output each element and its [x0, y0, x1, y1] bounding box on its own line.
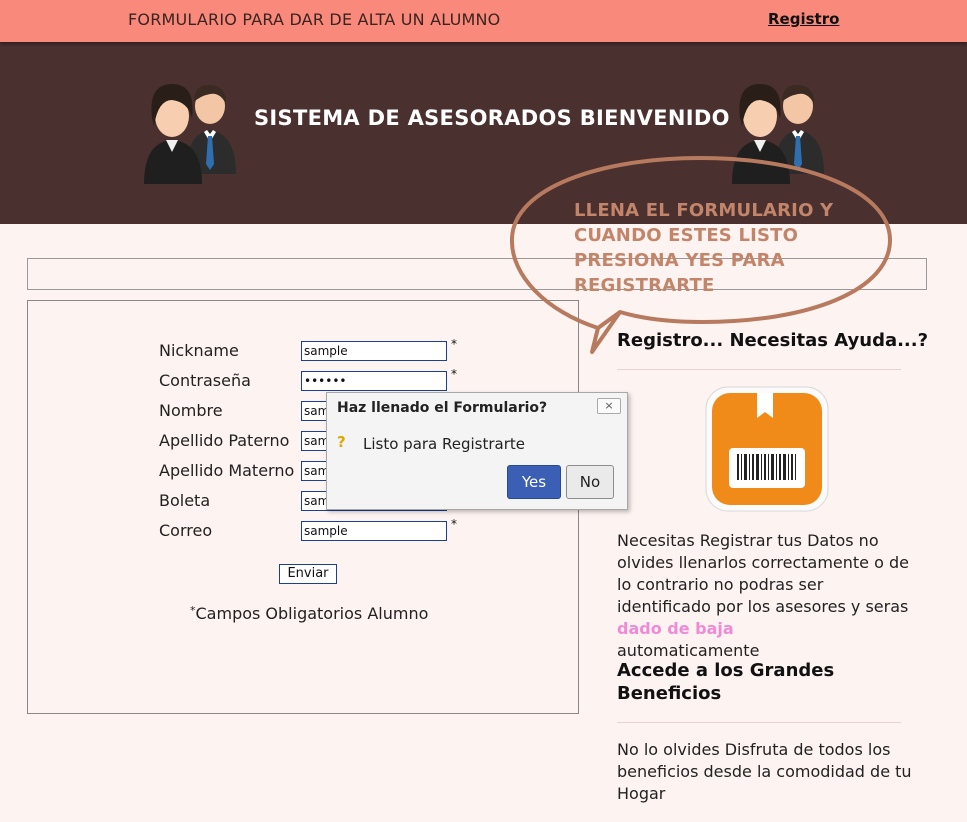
close-icon[interactable]: × — [597, 398, 621, 414]
dialog-message: Listo para Registrarte — [363, 435, 526, 453]
dialog-title: Haz llenado el Formulario? — [337, 400, 548, 416]
confirm-dialog: Haz llenado el Formulario? × ? Listo par… — [326, 392, 628, 510]
yes-button[interactable]: Yes — [507, 465, 561, 499]
question-icon: ? — [337, 433, 346, 451]
no-button[interactable]: No — [566, 465, 614, 499]
bubble-message: LLENA EL FORMULARIO Y CUANDO ESTES LISTO… — [574, 200, 834, 296]
